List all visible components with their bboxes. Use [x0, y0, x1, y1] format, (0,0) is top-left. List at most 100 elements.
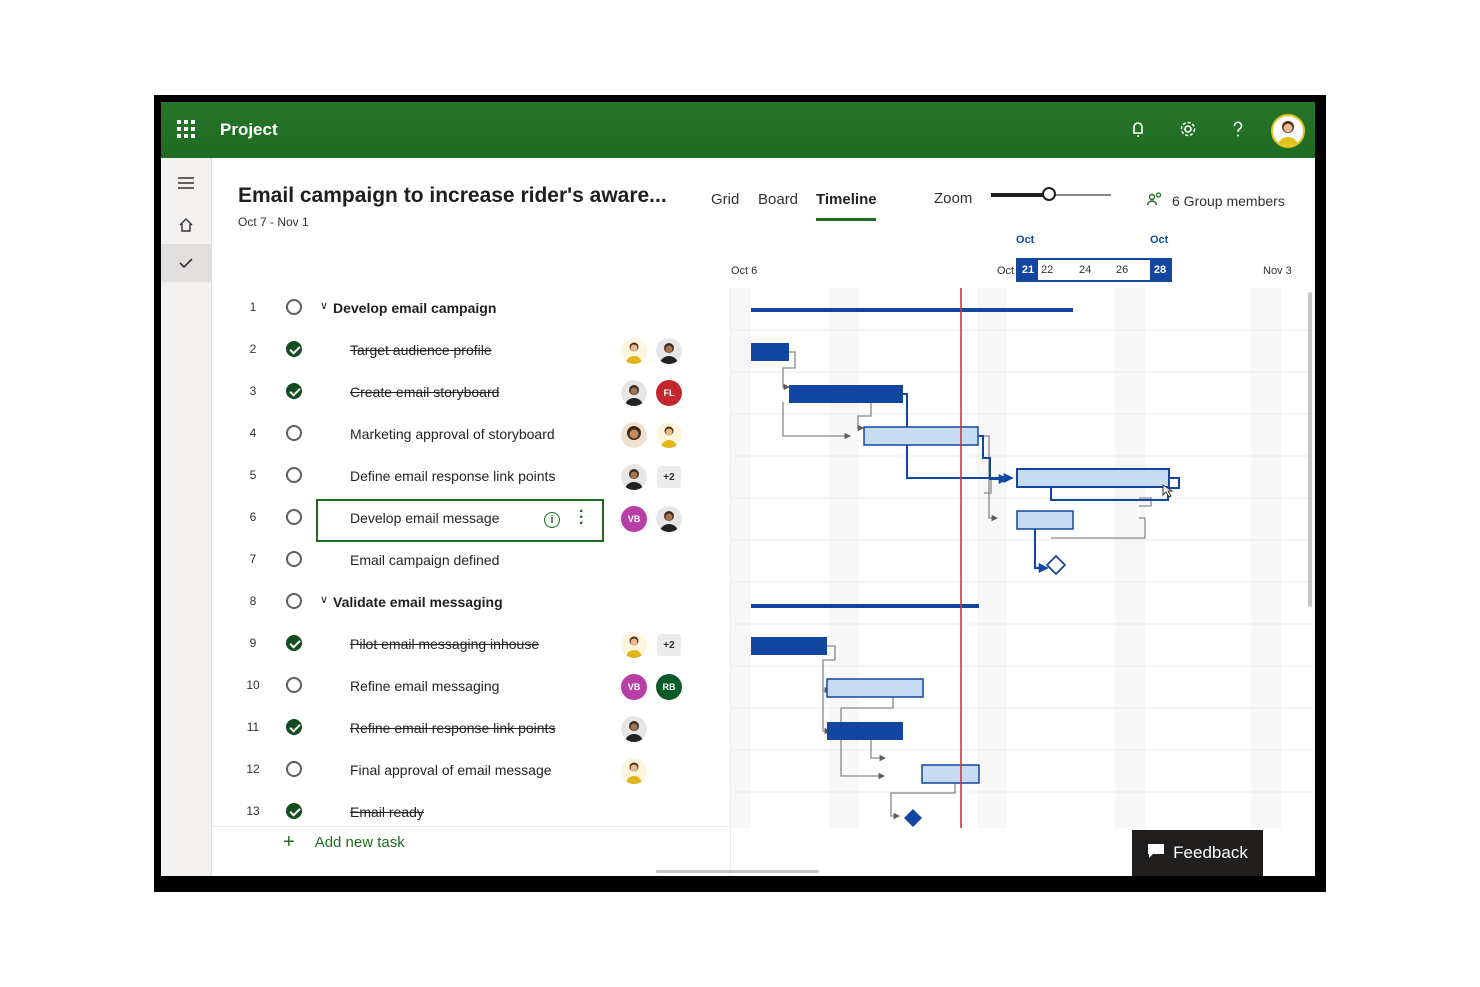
zoom-slider-fill — [991, 193, 1049, 197]
task-complete-toggle[interactable] — [286, 635, 302, 651]
task-name[interactable]: Refine email messaging — [350, 678, 499, 694]
task-row[interactable]: 2 Target audience profile — [212, 330, 730, 372]
milestone-diamond[interactable] — [904, 809, 922, 827]
row-number: 11 — [246, 720, 260, 734]
info-icon[interactable]: i — [544, 512, 560, 528]
task-name[interactable]: Email campaign defined — [350, 552, 499, 568]
task-bar[interactable] — [826, 678, 924, 698]
task-name[interactable]: Final approval of email message — [350, 762, 552, 778]
user-avatar[interactable] — [1271, 114, 1305, 148]
row-number: 8 — [249, 594, 257, 608]
task-complete-toggle[interactable] — [286, 341, 302, 357]
tab-timeline[interactable]: Timeline — [816, 191, 877, 208]
task-row[interactable]: 11 Refine email response link points — [212, 708, 730, 750]
task-name[interactable]: Validate email messaging — [333, 594, 503, 610]
range-end-handle[interactable]: 28 — [1150, 260, 1170, 280]
task-row[interactable]: 13 Email ready — [212, 792, 730, 830]
assignee-initials-avatar[interactable]: VB — [621, 506, 647, 532]
more-assignees-badge[interactable]: +2 — [657, 634, 681, 656]
assignee-avatar[interactable] — [621, 758, 647, 784]
task-complete-toggle[interactable] — [286, 761, 302, 777]
tab-grid[interactable]: Grid — [711, 191, 739, 208]
group-members-button[interactable]: 6 Group members — [1146, 191, 1285, 210]
assignee-avatar[interactable] — [621, 632, 647, 658]
task-row[interactable]: 12 Final approval of email message — [212, 750, 730, 792]
assignee-avatar[interactable] — [621, 422, 647, 448]
timeline-end-date: Nov 3 — [1263, 265, 1292, 277]
app-name[interactable]: Project — [220, 120, 278, 140]
gear-icon[interactable] — [1177, 118, 1199, 140]
task-row[interactable]: 5 Define email response link points +2 — [212, 456, 730, 498]
horizontal-scrollbar[interactable] — [656, 870, 819, 873]
assignee-avatar[interactable] — [621, 716, 647, 742]
task-complete-toggle[interactable] — [286, 719, 302, 735]
task-row[interactable]: 9 Pilot email messaging inhouse +2 — [212, 624, 730, 666]
tab-board[interactable]: Board — [758, 191, 798, 208]
task-complete-toggle[interactable] — [286, 425, 302, 441]
assignee-avatar[interactable] — [656, 422, 682, 448]
help-icon[interactable] — [1227, 118, 1249, 140]
task-name[interactable]: Email ready — [350, 804, 424, 820]
more-options-icon[interactable]: · · · — [579, 504, 584, 532]
task-bar[interactable] — [1016, 510, 1074, 530]
task-name[interactable]: Define email response link points — [350, 468, 555, 484]
app-launcher-icon[interactable] — [177, 120, 195, 138]
active-tab-indicator — [816, 218, 876, 221]
task-row[interactable]: 4 Marketing approval of storyboard — [212, 414, 730, 456]
assignee-initials-avatar[interactable]: RB — [656, 674, 682, 700]
range-start-handle[interactable]: 21 — [1018, 260, 1038, 280]
task-name[interactable]: Develop email campaign — [333, 300, 496, 316]
task-name[interactable]: Target audience profile — [350, 342, 492, 358]
assignee-initials-avatar[interactable]: VB — [621, 674, 647, 700]
task-complete-toggle[interactable] — [286, 677, 302, 693]
comment-icon — [1147, 843, 1165, 864]
more-assignees-badge[interactable]: +2 — [657, 466, 681, 488]
task-name[interactable]: Refine email response link points — [350, 720, 555, 736]
task-bar[interactable] — [789, 385, 903, 403]
timeline-date-range-selector[interactable]: 21 22 24 26 28 — [1016, 258, 1172, 282]
assignee-avatar[interactable] — [621, 380, 647, 406]
home-icon[interactable] — [161, 206, 211, 244]
zoom-slider-thumb[interactable] — [1042, 187, 1056, 201]
task-complete-toggle[interactable] — [286, 593, 302, 609]
task-row[interactable]: 3 Create email storyboard FL — [212, 372, 730, 414]
collapse-chevron-icon[interactable]: ∨ — [320, 299, 328, 312]
selected-task-highlight — [316, 499, 604, 542]
task-row[interactable]: 7 Email campaign defined — [212, 540, 730, 582]
task-row[interactable]: 8 ∨ Validate email messaging — [212, 582, 730, 624]
task-complete-toggle[interactable] — [286, 509, 302, 525]
add-new-task-button[interactable]: + Add new task — [283, 832, 405, 852]
summary-bar-develop-email-campaign[interactable] — [751, 308, 1073, 312]
task-complete-toggle[interactable] — [286, 551, 302, 567]
milestone-diamond[interactable] — [1045, 554, 1067, 576]
assignee-initials-avatar[interactable]: FL — [656, 380, 682, 406]
task-bar[interactable] — [1016, 468, 1170, 488]
task-complete-toggle[interactable] — [286, 383, 302, 399]
task-complete-toggle[interactable] — [286, 803, 302, 819]
task-bar[interactable] — [921, 764, 980, 784]
row-number: 3 — [249, 384, 257, 398]
summary-bar-validate-email-messaging[interactable] — [751, 604, 979, 608]
task-complete-toggle[interactable] — [286, 467, 302, 483]
tasks-check-icon[interactable] — [161, 244, 211, 282]
task-bar[interactable] — [827, 722, 903, 740]
row-number: 4 — [249, 426, 257, 440]
task-row[interactable]: 10 Refine email messaging VB RB — [212, 666, 730, 708]
task-bar[interactable] — [751, 637, 827, 655]
assignee-avatar[interactable] — [621, 464, 647, 490]
project-title[interactable]: Email campaign to increase rider's aware… — [238, 184, 667, 208]
assignee-avatar[interactable] — [656, 506, 682, 532]
assignee-avatar[interactable] — [621, 338, 647, 364]
task-name[interactable]: Marketing approval of storyboard — [350, 426, 555, 442]
task-row[interactable]: 1 ∨ Develop email campaign — [212, 288, 730, 330]
task-bar[interactable] — [751, 343, 789, 361]
feedback-button[interactable]: Feedback — [1132, 830, 1263, 876]
assignee-avatar[interactable] — [656, 338, 682, 364]
bell-icon[interactable] — [1127, 118, 1149, 140]
task-name[interactable]: Create email storyboard — [350, 384, 499, 400]
menu-icon[interactable] — [161, 164, 211, 202]
vertical-scrollbar[interactable] — [1308, 292, 1312, 607]
collapse-chevron-icon[interactable]: ∨ — [320, 593, 328, 606]
task-name[interactable]: Pilot email messaging inhouse — [350, 636, 539, 652]
task-complete-toggle[interactable] — [286, 299, 302, 315]
